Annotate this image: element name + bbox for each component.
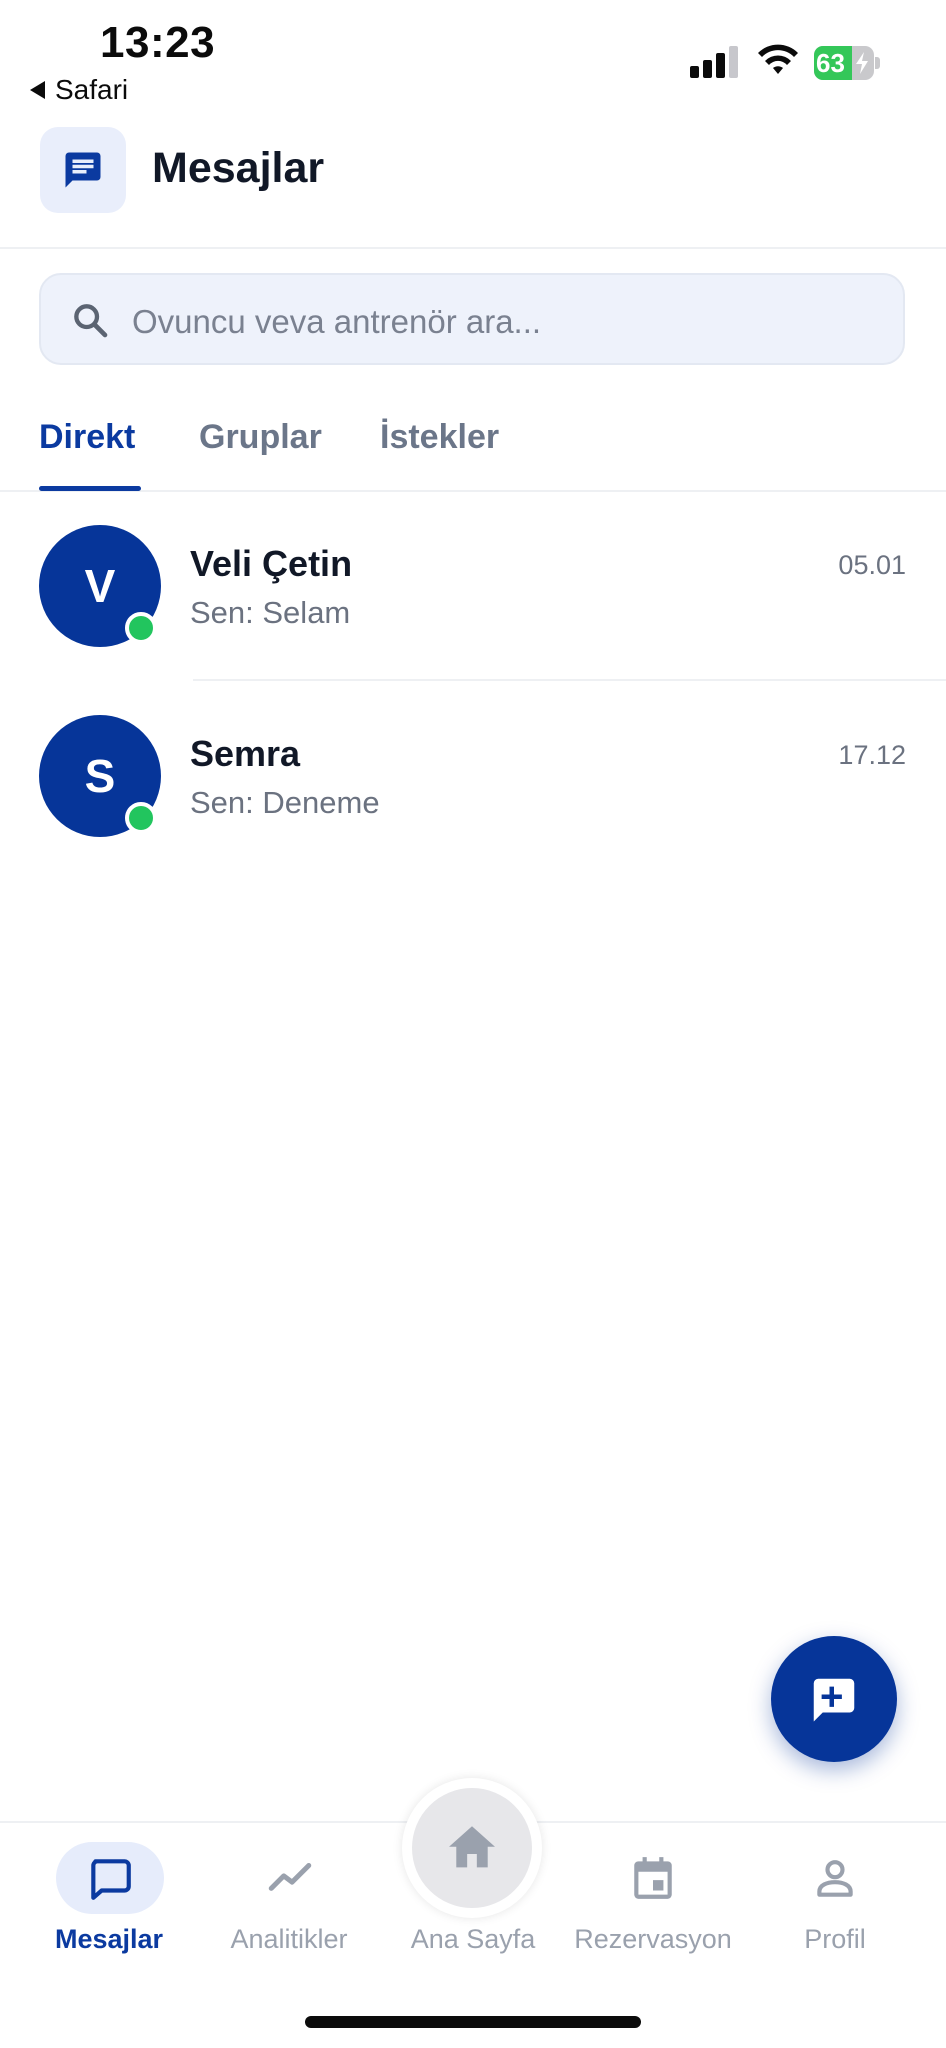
charging-bolt-icon <box>856 52 868 74</box>
search-input[interactable] <box>130 290 874 354</box>
status-time: 13:23 <box>100 18 216 67</box>
header-divider <box>0 247 946 249</box>
back-to-safari-link[interactable]: Safari <box>30 74 128 106</box>
row-divider <box>193 679 946 681</box>
person-icon[interactable] <box>810 1853 860 1903</box>
battery-icon: 63 <box>814 46 880 80</box>
conversation-name: Semra <box>190 733 301 774</box>
home-icon <box>449 1826 495 1868</box>
nav-profil[interactable]: Profil <box>735 1924 935 1955</box>
home-indicator <box>305 2016 641 2028</box>
wifi-icon <box>758 44 798 74</box>
add-chat-icon <box>813 1678 855 1722</box>
conversation-row[interactable]: S Semra Sen: Deneme 17.12 <box>0 695 946 865</box>
message-square-icon[interactable] <box>85 1853 135 1903</box>
conversation-row[interactable]: V Veli Çetin Sen: Selam 05.01 <box>0 505 946 675</box>
search-icon <box>74 304 108 338</box>
nav-analitikler[interactable]: Analitikler <box>189 1924 389 1955</box>
conversation-time: 17.12 <box>838 740 906 770</box>
back-app-label: Safari <box>55 74 129 105</box>
active-tab-indicator <box>39 486 141 491</box>
tab-direkt[interactable]: Direkt <box>39 418 135 457</box>
cellular-signal-icon <box>690 46 738 78</box>
nav-rezervasyon[interactable]: Rezervasyon <box>553 1924 753 1955</box>
tab-gruplar[interactable]: Gruplar <box>199 418 322 457</box>
online-status-dot <box>125 802 157 834</box>
chat-bubble-icon <box>65 152 101 188</box>
online-status-dot <box>125 612 157 644</box>
new-message-button[interactable] <box>771 1636 897 1762</box>
battery-percent: 63 <box>816 48 845 78</box>
conversation-preview: Sen: Selam <box>190 595 351 630</box>
trending-icon[interactable] <box>265 1853 315 1903</box>
tabs-divider <box>0 490 946 492</box>
page-title: Mesajlar <box>152 144 325 192</box>
tab-istekler[interactable]: İstekler <box>380 418 499 457</box>
back-arrow-icon <box>30 81 45 99</box>
conversation-name: Veli Çetin <box>190 543 353 584</box>
nav-mesajlar[interactable]: Mesajlar <box>9 1924 209 1955</box>
calendar-icon[interactable] <box>628 1853 678 1903</box>
header-chat-icon-box <box>40 127 126 213</box>
conversation-preview: Sen: Deneme <box>190 785 380 820</box>
conversation-time: 05.01 <box>838 550 906 580</box>
nav-ana-sayfa[interactable]: Ana Sayfa <box>373 1924 573 1955</box>
home-button[interactable] <box>412 1788 532 1908</box>
